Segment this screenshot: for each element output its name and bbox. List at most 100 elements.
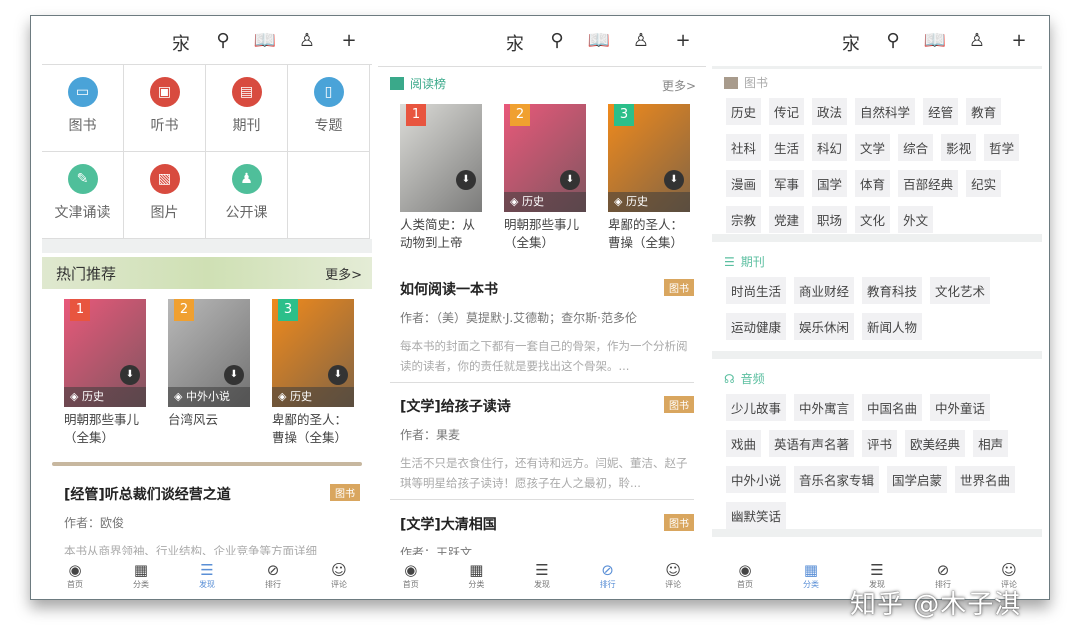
tag-chip[interactable]: 纪实 — [966, 170, 1001, 197]
translate-icon[interactable]: 㲾 — [838, 30, 864, 56]
nav-发现[interactable]: ☰发现 — [187, 561, 227, 599]
tag-chip[interactable]: 漫画 — [726, 170, 761, 197]
plus-icon[interactable]: + — [670, 30, 696, 56]
book-card[interactable]: 3⬇◈ 历史卑鄙的圣人：曹操（全集） — [608, 104, 690, 252]
tag-chip[interactable]: 运动健康 — [726, 313, 786, 340]
grid-item-3[interactable]: ▯专题 — [288, 65, 370, 152]
user-icon[interactable]: ♙ — [294, 30, 320, 56]
tag-chip[interactable]: 娱乐休闲 — [794, 313, 854, 340]
tag-chip[interactable]: 文学 — [855, 134, 890, 161]
nav-首页[interactable]: ◉首页 — [725, 561, 765, 599]
download-icon[interactable]: ⬇ — [328, 365, 348, 385]
plus-icon[interactable]: + — [336, 30, 362, 56]
tag-chip[interactable]: 生活 — [769, 134, 804, 161]
tag-chip[interactable]: 英语有声名著 — [769, 430, 854, 457]
translate-icon[interactable]: 㲾 — [168, 30, 194, 56]
download-icon[interactable]: ⬇ — [664, 170, 684, 190]
nav-分类[interactable]: ▦分类 — [456, 561, 496, 599]
grid-item-6[interactable]: ♟公开课 — [206, 152, 288, 239]
bookshelf-icon[interactable]: 📖 — [586, 30, 612, 56]
tag-chip[interactable]: 幽默笑话 — [726, 502, 786, 529]
headphones-icon: ☊ — [724, 372, 735, 386]
grid-item-0[interactable]: ▭图书 — [42, 65, 124, 152]
book-card[interactable]: 3⬇◈ 历史卑鄙的圣人：曹操（全集） — [272, 299, 354, 447]
tag-chip[interactable]: 音乐名家专辑 — [794, 466, 879, 493]
tag-chip[interactable]: 中外寓言 — [794, 394, 854, 421]
article-item[interactable]: [文学]给孩子读诗作者：果麦生活不只是衣食住行，还有诗和远方。闫妮、董洁、赵子琪… — [400, 396, 694, 493]
search-icon[interactable]: ⚲ — [210, 30, 236, 56]
tag-chip[interactable]: 文化 — [855, 206, 890, 233]
tag-chip[interactable]: 新闻人物 — [862, 313, 922, 340]
tag-chip[interactable]: 教育 — [966, 98, 1001, 125]
tag-chip[interactable]: 文化艺术 — [930, 277, 990, 304]
nav-排行[interactable]: ⊘排行 — [588, 561, 628, 599]
tag-chip[interactable]: 国学 — [812, 170, 847, 197]
tag-chip[interactable]: 百部经典 — [898, 170, 958, 197]
tag-chip[interactable]: 科幻 — [812, 134, 847, 161]
tag-chip[interactable]: 传记 — [769, 98, 804, 125]
tag-chip[interactable]: 相声 — [973, 430, 1008, 457]
user-icon[interactable]: ♙ — [628, 30, 654, 56]
download-icon[interactable]: ⬇ — [456, 170, 476, 190]
nav-排行[interactable]: ⊘排行 — [253, 561, 293, 599]
book-card[interactable]: 2⬇◈ 历史明朝那些事儿（全集） — [504, 104, 586, 252]
tag-chip[interactable]: 体育 — [855, 170, 890, 197]
tag-chip[interactable]: 综合 — [898, 134, 933, 161]
tag-chip[interactable]: 影视 — [941, 134, 976, 161]
search-icon[interactable]: ⚲ — [880, 30, 906, 56]
tag-chip[interactable]: 评书 — [862, 430, 897, 457]
tag-chip[interactable]: 欧美经典 — [905, 430, 965, 457]
nav-分类[interactable]: ▦分类 — [121, 561, 161, 599]
grid-item-label: 专题 — [288, 115, 369, 135]
tag-chip[interactable]: 中外童话 — [930, 394, 990, 421]
book-card[interactable]: 1⬇人类简史：从动物到上帝 — [400, 104, 482, 252]
tag-chip[interactable]: 外文 — [898, 206, 933, 233]
tag-chip[interactable]: 党建 — [769, 206, 804, 233]
tag-chip[interactable]: 中国名曲 — [862, 394, 922, 421]
nav-icon-1: ▦ — [791, 561, 831, 579]
nav-分类[interactable]: ▦分类 — [791, 561, 831, 599]
nav-评论[interactable]: ☺评论 — [653, 561, 693, 599]
plus-icon[interactable]: + — [1006, 30, 1032, 56]
tag-chip[interactable]: 经管 — [923, 98, 958, 125]
grid-item-5[interactable]: ▧图片 — [124, 152, 206, 239]
tag-chip[interactable]: 国学启蒙 — [887, 466, 947, 493]
bookshelf-icon[interactable]: 📖 — [252, 30, 278, 56]
tag-chip[interactable]: 商业财经 — [794, 277, 854, 304]
book-card[interactable]: 1⬇◈ 历史明朝那些事儿（全集） — [64, 299, 146, 447]
more-link[interactable]: 更多> — [325, 264, 362, 283]
tag-chip[interactable]: 哲学 — [984, 134, 1019, 161]
nav-发现[interactable]: ☰发现 — [522, 561, 562, 599]
tag-chip[interactable]: 社科 — [726, 134, 761, 161]
download-icon[interactable]: ⬇ — [560, 170, 580, 190]
book-card[interactable]: 2⬇◈ 中外小说台湾风云 — [168, 299, 250, 447]
search-icon[interactable]: ⚲ — [544, 30, 570, 56]
nav-首页[interactable]: ◉首页 — [55, 561, 95, 599]
tag-chip[interactable]: 职场 — [812, 206, 847, 233]
nav-评论[interactable]: ☺评论 — [319, 561, 359, 599]
tag-chip[interactable]: 自然科学 — [855, 98, 915, 125]
download-icon[interactable]: ⬇ — [224, 365, 244, 385]
more-link[interactable]: 更多> — [662, 77, 696, 94]
user-icon[interactable]: ♙ — [964, 30, 990, 56]
tag-chip[interactable]: 政法 — [812, 98, 847, 125]
article-item[interactable]: 如何阅读一本书作者：（美）莫提默·J.艾德勒；查尔斯·范多伦每本书的封面之下都有… — [400, 279, 694, 376]
bookshelf-icon[interactable]: 📖 — [922, 30, 948, 56]
tag-chip[interactable]: 时尚生活 — [726, 277, 786, 304]
tag-chip[interactable]: 宗教 — [726, 206, 761, 233]
download-icon[interactable]: ⬇ — [120, 365, 140, 385]
article-item[interactable]: [经管]听总裁们谈经营之道 图书 作者：欧俊 本书从商界领袖、行业结构、企业竞争… — [64, 484, 360, 561]
grid-item-4[interactable]: ✎文津诵读 — [42, 152, 124, 239]
nav-首页[interactable]: ◉首页 — [391, 561, 431, 599]
tag-chip[interactable]: 历史 — [726, 98, 761, 125]
grid-item-1[interactable]: ▣听书 — [124, 65, 206, 152]
tag-chip[interactable]: 戏曲 — [726, 430, 761, 457]
grid-item-2[interactable]: ▤期刊 — [206, 65, 288, 152]
translate-icon[interactable]: 㲾 — [502, 30, 528, 56]
tag-chip[interactable]: 中外小说 — [726, 466, 786, 493]
article-author: 作者：欧俊 — [64, 514, 360, 531]
tag-chip[interactable]: 世界名曲 — [955, 466, 1015, 493]
tag-chip[interactable]: 军事 — [769, 170, 804, 197]
tag-chip[interactable]: 教育科技 — [862, 277, 922, 304]
tag-chip[interactable]: 少儿故事 — [726, 394, 786, 421]
